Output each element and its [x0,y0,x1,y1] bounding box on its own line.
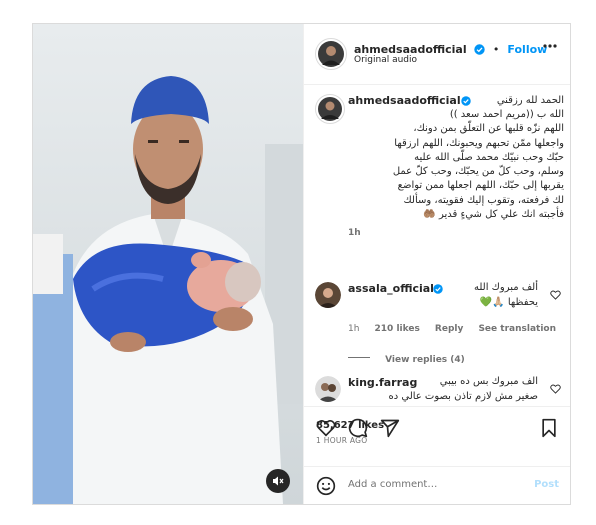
likes-count[interactable]: 85,627 likes [316,420,384,431]
post-timestamp: 1 HOUR AGO [316,436,368,445]
comment-heart-icon[interactable] [550,384,561,394]
comment-time: 1h [348,324,360,334]
caption-time: 1h [348,228,361,239]
speaker-muted-icon [273,476,284,486]
post-card: ahmedsaadofficial • Follow Original audi… [32,23,571,505]
comments-list[interactable]: ahmedsaadofficial الحمد لله رزقني الله ب… [304,84,570,406]
caption-line: لك فرفعته، وتقوب إليك فقويته، وسألك [403,194,564,206]
add-comment-bar: Add a comment… Post [304,466,570,504]
post-details-panel: ahmedsaadofficial • Follow Original audi… [303,24,570,504]
comment-text: صغير مش لازم تاذن بصوت عالي ده [388,391,538,402]
caption-line: اللهم نزّه قلبها عن التعلّق بمن دونك، [413,123,564,135]
post-photo[interactable] [33,24,303,504]
caption-line: الله ب ((مريم احمد سعد )) [449,109,564,120]
caption-username[interactable]: ahmedsaadofficial [348,94,461,108]
comment-text: ألف مبروك الله [474,282,538,293]
caption-line: حبّك وحب نبيّك محمد صلّى الله عليه [414,151,564,163]
caption-line: واجعلها ممّن تحبهم ويحبونك، اللهم ارزقها [394,137,564,149]
comment-item: assala_official ألف مبروك الله يحفظها 🙏🏼… [348,282,556,335]
caption-line: يقربها إلى حبّك، اللهم اجعلها ممن تواضع [397,180,564,192]
caption-line: الحمد لله رزقني [496,95,564,106]
comment-likes[interactable]: 210 likes [375,324,420,334]
audio-label[interactable]: Original audio [354,55,417,65]
replies-divider [348,357,370,358]
post-comment-button[interactable]: Post [534,479,559,490]
verified-badge-icon [474,44,485,55]
view-replies-label[interactable]: View replies (4) [385,355,465,365]
mute-button[interactable] [266,469,290,493]
photo-illustration [33,24,303,504]
comment-item: king.farrag الف مبروك بس ده بيبي صغير مش… [348,376,538,404]
bookmark-icon[interactable] [540,418,558,438]
comment-text: يحفظها 🙏🏼💚 [479,297,538,308]
comment-username[interactable]: assala_official [348,282,434,295]
comment-input[interactable]: Add a comment… [348,479,437,490]
verified-badge-icon [461,96,471,106]
caption-line: وسلم، وحب كلّ من يحبّك، وحب كلّ عمل [392,166,564,178]
comment-text: الف مبروك بس ده بيبي [439,376,538,387]
post-caption: ahmedsaadofficial الحمد لله رزقني الله ب… [348,94,564,241]
comment-heart-icon[interactable] [550,290,561,300]
commenter-avatar[interactable] [315,376,341,402]
verified-badge-icon [433,284,443,294]
emoji-icon[interactable] [316,476,336,496]
see-translation-link[interactable]: See translation [478,324,556,334]
commenter-avatar[interactable] [315,282,341,308]
caption-line: فأجبته انك علي كل شيءٍ قدير 🤲🏽 [423,209,564,221]
follow-button[interactable]: Follow [507,43,547,56]
comment-username[interactable]: king.farrag [348,376,417,389]
caption-avatar[interactable] [315,94,345,124]
post-header: ahmedsaadofficial • Follow Original audi… [304,24,570,85]
view-replies[interactable]: View replies (4) [348,347,465,366]
separator-dot: • [492,43,500,56]
more-horizontal-icon[interactable] [543,44,557,48]
reply-button[interactable]: Reply [435,324,463,334]
author-avatar[interactable] [315,38,347,70]
